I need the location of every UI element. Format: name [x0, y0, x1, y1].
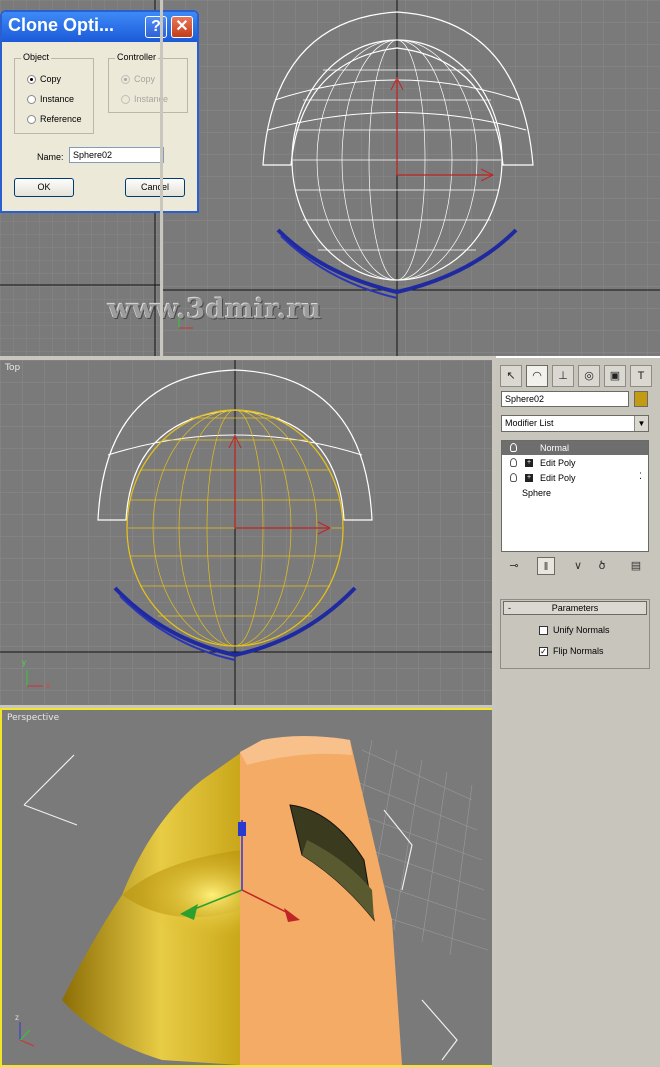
watermark: www.3dmir.ru [108, 294, 322, 325]
create-icon[interactable]: ↖ [500, 365, 522, 387]
viewport-divider[interactable] [160, 0, 163, 356]
radio-label: Copy [40, 74, 62, 84]
lightbulb-icon[interactable] [510, 473, 517, 482]
parameters-rollout: - Parameters Unify Normals ✓ Flip Normal… [500, 599, 650, 669]
radio-dot [27, 94, 36, 104]
axis-x-label: x [46, 681, 50, 690]
object-group: Object Copy Instance Reference [14, 52, 94, 134]
viewport-divider[interactable] [0, 705, 496, 708]
radio-dot [27, 74, 36, 84]
subobject-dots-icon: ⁚ [639, 471, 642, 481]
object-instance-radio[interactable]: Instance [27, 94, 74, 104]
checkbox-label: Flip Normals [553, 646, 604, 656]
hierarchy-icon[interactable]: ⊥ [552, 365, 574, 387]
pin-stack-icon[interactable]: ⊸ [505, 557, 523, 575]
axis-z-label: z [15, 1013, 19, 1022]
chevron-down-icon: ▼ [634, 416, 648, 431]
expand-icon[interactable]: + [525, 474, 533, 482]
modifier-list-label: Modifier List [505, 418, 554, 428]
controller-copy-radio[interactable]: Copy [121, 74, 155, 84]
radio-dot [27, 114, 36, 124]
stack-toolbar: ⊸ ‖ ∨ ծ ▤ [501, 557, 651, 575]
name-label: Name: [37, 152, 64, 162]
object-name-field[interactable]: Sphere02 [501, 391, 629, 407]
radio-dot [121, 74, 130, 84]
stack-item-label: Edit Poly [540, 473, 576, 483]
radio-label: Copy [134, 74, 156, 84]
ok-button[interactable]: OK [14, 178, 74, 197]
remove-modifier-icon[interactable]: ծ [593, 557, 611, 575]
viewport-label-top[interactable]: Top [5, 363, 20, 373]
radio-label: Instance [40, 94, 75, 104]
stack-item-normal[interactable]: Normal [502, 441, 648, 455]
name-input[interactable] [69, 147, 164, 163]
radio-label: Reference [40, 114, 82, 124]
axis-y-label: y [22, 658, 26, 667]
modifier-stack: Normal + Edit Poly + Edit Poly ⁚ Sphere [501, 440, 649, 552]
parameters-rollout-header[interactable]: - Parameters [503, 601, 647, 615]
parameters-title: Parameters [551, 603, 599, 613]
close-button[interactable]: ✕ [171, 16, 193, 38]
modifier-list-dropdown[interactable]: Modifier List ▼ [501, 415, 649, 432]
stack-item-edit-poly[interactable]: + Edit Poly ⁚ [502, 471, 648, 485]
lightbulb-icon[interactable] [510, 458, 517, 467]
viewport-divider[interactable] [0, 356, 496, 360]
cancel-button[interactable]: Cancel [125, 178, 185, 197]
configure-sets-icon[interactable]: ▤ [627, 557, 645, 575]
viewport-top[interactable]: Top y x [0, 360, 492, 705]
expand-icon[interactable]: + [525, 459, 533, 467]
radio-dot [121, 94, 130, 104]
help-button[interactable]: ? [145, 16, 167, 38]
modify-icon[interactable]: ◠ [526, 365, 548, 387]
command-panel: ↖ ◠ ⊥ ◎ ▣ T Sphere02 Modifier List ▼ Nor… [496, 358, 660, 1067]
object-reference-radio[interactable]: Reference [27, 114, 82, 124]
stack-item-label: Edit Poly [540, 458, 576, 468]
collapse-icon: - [508, 603, 511, 613]
viewport-perspective[interactable]: Perspective z [0, 708, 494, 1067]
utilities-icon[interactable]: T [630, 365, 652, 387]
viewport-label-perspective[interactable]: Perspective [7, 713, 59, 723]
checkbox-label: Unify Normals [553, 625, 610, 635]
show-end-result-icon[interactable]: ‖ [537, 557, 555, 575]
object-color-swatch[interactable] [634, 391, 648, 407]
top-viewport-canvas [0, 360, 492, 705]
object-copy-radio[interactable]: Copy [27, 74, 61, 84]
controller-group: Controller Copy Instance [108, 52, 188, 113]
checkbox-box [539, 625, 548, 635]
stack-item-sphere[interactable]: Sphere [502, 486, 648, 500]
command-panel-tabs: ↖ ◠ ⊥ ◎ ▣ T [500, 365, 652, 387]
make-unique-icon[interactable]: ∨ [569, 557, 587, 575]
clone-options-dialog: Clone Opti... ? ✕ Object Copy Instance R… [0, 10, 199, 213]
display-icon[interactable]: ▣ [604, 365, 626, 387]
controller-group-title: Controller [115, 52, 159, 62]
stack-item-label: Sphere [522, 488, 552, 498]
lightbulb-icon[interactable] [510, 443, 517, 452]
dialog-title-bar[interactable]: Clone Opti... ? ✕ [2, 12, 197, 42]
object-group-title: Object [21, 52, 52, 62]
motion-icon[interactable]: ◎ [578, 365, 600, 387]
dialog-title: Clone Opti... [8, 15, 114, 35]
flip-normals-checkbox[interactable]: ✓ Flip Normals [539, 646, 604, 656]
checkbox-box: ✓ [539, 646, 548, 656]
perspective-viewport-canvas [2, 710, 492, 1065]
stack-item-label: Normal [540, 443, 570, 453]
stack-item-edit-poly[interactable]: + Edit Poly [502, 456, 648, 470]
unify-normals-checkbox[interactable]: Unify Normals [539, 625, 610, 635]
